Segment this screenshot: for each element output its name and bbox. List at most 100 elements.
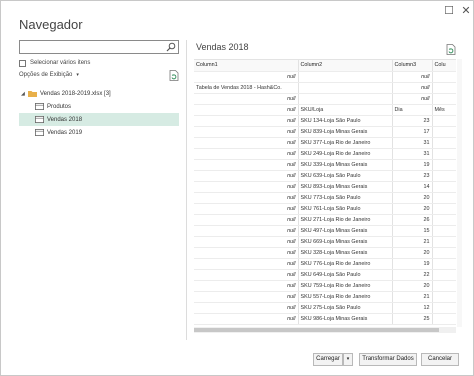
table-cell <box>432 302 456 314</box>
table-cell: SKU 839-Loja Minas Gerais <box>298 126 393 138</box>
multi-select-option[interactable]: Selecionar vários itens <box>19 58 90 68</box>
table-cell: 19 <box>392 258 433 270</box>
table-cell: SKU 497-Loja Minas Gerais <box>298 225 393 237</box>
table-cell: 14 <box>392 181 433 193</box>
sheet-icon <box>35 103 44 110</box>
column-header[interactable]: Column2 <box>298 60 393 72</box>
tree-file-label: Vendas 2018-2019.xlsx [3] <box>40 90 111 97</box>
table-row: null SKU 377-Loja Rio de Janeiro 31 <box>194 137 456 149</box>
table-cell: SKU 275-Loja São Paulo <box>298 302 393 314</box>
table-cell <box>432 203 456 215</box>
view-options-dropdown[interactable]: Opções de Exibição ▾ <box>19 72 79 78</box>
column-header[interactable]: Column3 <box>392 60 433 72</box>
table-cell: SKU 134-Loja São Paulo <box>298 115 393 127</box>
table-cell <box>432 313 456 325</box>
multi-select-label: Selecionar vários itens <box>30 60 91 66</box>
table-cell: null <box>194 159 299 171</box>
table-cell: Mês <box>432 104 456 116</box>
table-cell: 20 <box>392 280 433 292</box>
sheet-icon <box>35 129 44 136</box>
table-row: null SKU 557-Loja Rio de Janeiro 21 <box>194 291 456 303</box>
tree-file-node[interactable]: ◢ Vendas 2018-2019.xlsx [3] <box>19 87 179 100</box>
search-box[interactable] <box>19 40 179 59</box>
maximize-icon[interactable]: ☐ <box>441 3 457 19</box>
table-cell: null <box>194 302 299 314</box>
tree-item-vendas-2018[interactable]: Vendas 2018 <box>19 113 179 126</box>
table-cell: n <box>432 82 456 94</box>
table-cell <box>298 71 393 83</box>
table-cell <box>432 170 456 182</box>
table-row: null SKU 669-Loja Minas Gerais 21 <box>194 236 456 248</box>
table-cell: Tabela de Vendas 2018 - Hash&Co. <box>194 82 299 94</box>
horizontal-scrollbar[interactable] <box>194 327 456 333</box>
table-cell: 19 <box>392 159 433 171</box>
load-button[interactable]: Carregar <box>313 353 343 366</box>
tree-item-label: Vendas 2019 <box>47 129 83 136</box>
table-row: null SKU 839-Loja Minas Gerais 17 <box>194 126 456 138</box>
folder-icon <box>28 91 37 97</box>
table-cell: null <box>194 93 299 105</box>
load-dropdown-button[interactable]: ▾ <box>343 353 353 366</box>
vertical-scrollbar[interactable] <box>457 59 462 327</box>
table-cell: 20 <box>392 247 433 259</box>
table-cell: SKU 759-Loja Rio de Janeiro <box>298 280 393 292</box>
table-cell: null <box>194 71 299 83</box>
table-row: null SKU/Loja Dia Mês <box>194 104 456 116</box>
table-row: Tabela de Vendas 2018 - Hash&Co. nulln <box>194 82 456 94</box>
table-cell: SKU 649-Loja São Paulo <box>298 269 393 281</box>
table-cell: SKU 249-Loja Rio de Janeiro <box>298 148 393 160</box>
data-table: Column1 Column2 Column3 Colu nullnullnTa… <box>194 60 456 325</box>
refresh-icon[interactable] <box>169 70 179 81</box>
table-row: null SKU 249-Loja Rio de Janeiro 31 <box>194 148 456 160</box>
table-cell: 31 <box>392 148 433 160</box>
table-cell <box>432 159 456 171</box>
search-icon[interactable] <box>166 42 176 52</box>
table-cell: null <box>194 148 299 160</box>
cancel-button[interactable]: Cancelar <box>421 353 459 366</box>
table-row: null SKU 759-Loja Rio de Janeiro 20 <box>194 280 456 292</box>
table-cell: SKU 339-Loja Minas Gerais <box>298 159 393 171</box>
table-cell: SKU 639-Loja São Paulo <box>298 170 393 182</box>
table-cell: null <box>194 236 299 248</box>
table-cell <box>432 115 456 127</box>
table-cell: SKU 773-Loja São Paulo <box>298 192 393 204</box>
table-cell <box>432 247 456 259</box>
table-cell: null <box>194 203 299 215</box>
column-header[interactable]: Column1 <box>194 60 299 72</box>
scrollbar-thumb[interactable] <box>194 328 439 332</box>
navigator-window: ☐ ✕ Navegador Selecionar vários itens Op… <box>0 0 474 376</box>
table-cell <box>432 126 456 138</box>
transform-data-button[interactable]: Transformar Dados <box>359 353 417 366</box>
table-row: null SKU 649-Loja São Paulo 22 <box>194 269 456 281</box>
table-cell <box>432 214 456 226</box>
table-cell: null <box>194 291 299 303</box>
table-row: null SKU 639-Loja São Paulo 23 <box>194 170 456 182</box>
table-cell: SKU 893-Loja Minas Gerais <box>298 181 393 193</box>
pane-divider[interactable] <box>186 40 187 340</box>
table-cell: null <box>194 269 299 281</box>
table-cell <box>432 280 456 292</box>
navigator-tree: ◢ Vendas 2018-2019.xlsx [3] Produtos Ven… <box>19 87 179 139</box>
table-cell: null <box>194 137 299 149</box>
table-cell: null <box>392 71 433 83</box>
table-row: null SKU 893-Loja Minas Gerais 14 <box>194 181 456 193</box>
tree-item-vendas-2019[interactable]: Vendas 2019 <box>19 126 179 139</box>
table-cell: SKU 377-Loja Rio de Janeiro <box>298 137 393 149</box>
tree-item-produtos[interactable]: Produtos <box>19 100 179 113</box>
close-icon[interactable]: ✕ <box>458 3 474 19</box>
table-cell: null <box>194 104 299 116</box>
chevron-down-icon: ▾ <box>76 72 79 78</box>
column-header[interactable]: Colu <box>432 60 456 72</box>
table-cell: n <box>432 71 456 83</box>
table-cell: 26 <box>392 214 433 226</box>
refresh-icon[interactable] <box>446 44 456 55</box>
table-cell <box>432 236 456 248</box>
multi-select-checkbox[interactable] <box>19 59 26 67</box>
collapse-icon[interactable]: ◢ <box>21 91 25 97</box>
navigator-title: Navegador <box>19 17 83 32</box>
table-row: null SKU 776-Loja Rio de Janeiro 19 <box>194 258 456 270</box>
table-cell: 23 <box>392 170 433 182</box>
preview-title: Vendas 2018 <box>196 42 249 52</box>
table-cell <box>298 82 393 94</box>
table-cell <box>432 225 456 237</box>
